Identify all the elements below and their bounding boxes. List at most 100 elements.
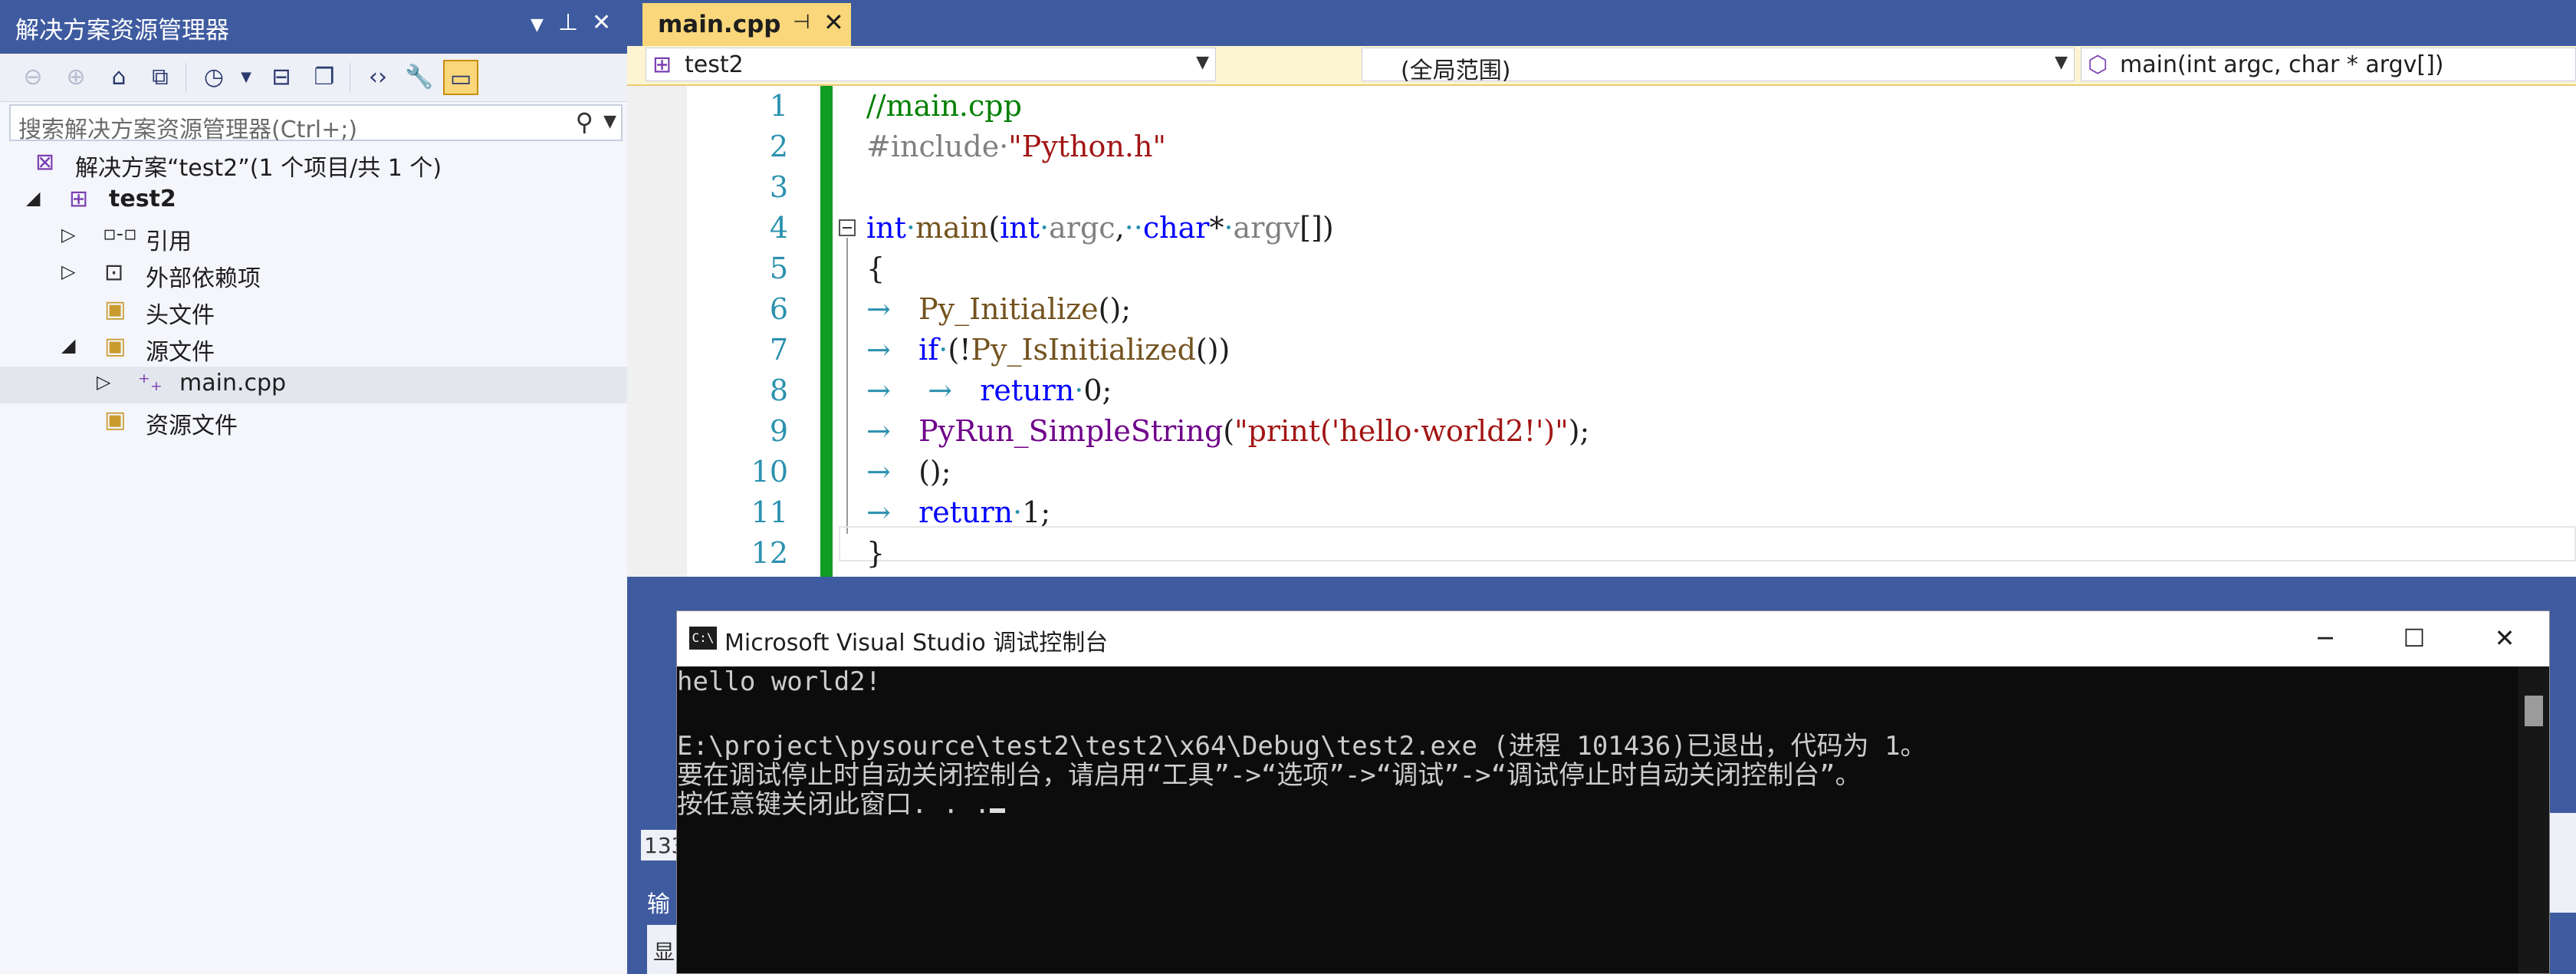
- line-number: 1: [769, 89, 788, 123]
- chevron-down-icon: ▼: [2055, 53, 2068, 72]
- back-icon[interactable]: ⊖: [15, 60, 51, 95]
- pin-icon[interactable]: ⊥: [558, 9, 578, 36]
- cpp-file-icon: ⁺₊: [138, 370, 163, 397]
- switch-views-icon[interactable]: ⧉: [143, 60, 178, 95]
- line-number: 7: [769, 333, 788, 367]
- collapsed-arrow-icon[interactable]: ▷: [97, 371, 110, 393]
- show-all-files-icon[interactable]: ❐: [307, 60, 342, 95]
- tab-close-icon[interactable]: ✕: [823, 8, 844, 37]
- filter-folder-icon: ▣: [104, 296, 127, 323]
- collapse-block-icon[interactable]: [839, 219, 856, 236]
- solution-explorer-titlebar: 解决方案资源管理器 ▼ ⊥ ✕: [0, 0, 627, 54]
- tree-item-label: 源文件: [146, 339, 215, 366]
- tree-item-source-files[interactable]: ◢ ▣ 源文件: [0, 330, 627, 367]
- tree-item-label: main.cpp: [179, 370, 287, 397]
- function-cube-icon: ⬡: [2088, 51, 2108, 78]
- search-options-dropdown-icon[interactable]: ▼: [603, 112, 616, 131]
- output-pane-title: 输: [647, 891, 670, 918]
- member-dropdown[interactable]: ⬡ main(int argc, char * argv[]): [2081, 48, 2576, 81]
- console-title: Microsoft Visual Studio 调试控制台: [724, 630, 1109, 656]
- code-line-9: → PyRun_SimpleString("print('hello·world…: [866, 414, 1590, 448]
- scope-dropdown[interactable]: (全局范围) ▼: [1362, 48, 2075, 84]
- scrollbar-thumb[interactable]: [2525, 696, 2543, 726]
- code-line-6: → Py_Initialize();: [866, 292, 1132, 326]
- collapsed-arrow-icon[interactable]: ▷: [61, 261, 75, 282]
- console-line-prompt: 按任意键关闭此窗口. . .: [677, 783, 1006, 821]
- tree-item-header-files[interactable]: ▣ 头文件: [0, 293, 627, 330]
- references-icon: ▫-▫: [103, 222, 137, 245]
- line-number: 6: [769, 292, 788, 326]
- console-titlebar[interactable]: C:\ Microsoft Visual Studio 调试控制台 ─ ☐ ✕: [677, 611, 2549, 666]
- code-line-8: → → return·0;: [866, 373, 1112, 407]
- window-position-dropdown-icon[interactable]: ▼: [531, 15, 544, 35]
- code-editor[interactable]: 1 2 3 4 5 6 7 8 9 10 11 12 //main.cpp #i…: [627, 86, 2576, 577]
- change-tracking-bar: [820, 86, 833, 577]
- scope-dropdown-value: (全局范围): [1401, 58, 1511, 84]
- indicator-margin: [627, 86, 687, 577]
- forward-icon[interactable]: ⊕: [58, 60, 94, 95]
- tree-item-external-dependencies[interactable]: ▷ ⊡ 外部依赖项: [0, 256, 627, 293]
- properties-wrench-icon[interactable]: 🔧: [402, 60, 437, 95]
- search-icon[interactable]: ⚲: [576, 107, 593, 137]
- filter-folder-open-icon: ▣: [104, 333, 127, 360]
- console-output[interactable]: hello world2! E:\project\pysource\test2\…: [677, 666, 2517, 973]
- line-number: 8: [769, 373, 788, 407]
- line-number: 11: [751, 495, 788, 529]
- collapsed-arrow-icon[interactable]: ▷: [61, 224, 75, 245]
- close-button[interactable]: ✕: [2474, 619, 2535, 657]
- debug-console-window[interactable]: C:\ Microsoft Visual Studio 调试控制台 ─ ☐ ✕ …: [676, 610, 2550, 974]
- cpp-project-icon: ⊞: [69, 186, 89, 212]
- view-code-icon[interactable]: ‹›: [360, 60, 396, 95]
- tab-pin-icon[interactable]: ⊣: [793, 11, 810, 34]
- project-dropdown[interactable]: ⊞ test2 ▼: [646, 48, 1216, 81]
- tree-item-solution[interactable]: ⊠ 解决方案“test2”(1 个项目/共 1 个): [0, 146, 627, 183]
- close-icon[interactable]: ✕: [592, 9, 611, 36]
- tree-item-label: 解决方案“test2”(1 个项目/共 1 个): [75, 155, 442, 182]
- solution-explorer-search-input[interactable]: 搜索解决方案资源管理器(Ctrl+;) ⚲ ▼: [9, 104, 623, 143]
- code-line-10: → ();: [866, 455, 951, 489]
- expanded-arrow-icon[interactable]: ◢: [61, 334, 75, 356]
- console-app-icon: C:\: [689, 627, 717, 650]
- external-dependencies-icon: ⊡: [104, 259, 124, 286]
- home-icon[interactable]: ⌂: [101, 60, 136, 95]
- pending-changes-filter-icon[interactable]: ◷: [196, 60, 232, 95]
- console-scrollbar[interactable]: [2518, 666, 2549, 973]
- outline-guide: [846, 238, 848, 534]
- project-dropdown-value: test2: [685, 51, 744, 78]
- tree-item-project[interactable]: ◢ ⊞ test2: [0, 183, 627, 219]
- line-number: 2: [769, 130, 788, 163]
- line-number: 5: [769, 252, 788, 285]
- filter-folder-icon: ▣: [104, 406, 127, 433]
- current-line-highlight: [839, 526, 2576, 561]
- tree-item-label: 引用: [146, 229, 192, 255]
- tab-main-cpp[interactable]: main.cpp ⊣ ✕: [642, 3, 851, 46]
- code-line-1: //main.cpp: [866, 89, 1022, 123]
- code-line-5: {: [866, 252, 886, 285]
- preview-selected-items-icon[interactable]: ▭: [443, 60, 478, 95]
- minimize-button[interactable]: ─: [2295, 619, 2356, 657]
- line-number: 4: [769, 211, 788, 245]
- line-number: 12: [751, 536, 788, 570]
- collapse-all-icon[interactable]: ⊟: [264, 60, 299, 95]
- solution-explorer-panel: 解决方案资源管理器 ▼ ⊥ ✕ ⊖ ⊕ ⌂ ⧉ ◷ ▼ ⊟ ❐ ‹› 🔧 ▭ 搜…: [0, 0, 627, 974]
- document-tab-strip: main.cpp ⊣ ✕: [627, 0, 2576, 46]
- code-line-4: int·main(int·argc,··char*·argv[]): [866, 211, 1334, 245]
- search-placeholder: 搜索解决方案资源管理器(Ctrl+;): [18, 117, 358, 143]
- navigation-bar: ⊞ test2 ▼ (全局范围) ▼ ⬡ main(int argc, char…: [627, 46, 2576, 86]
- text-cursor: [990, 808, 1006, 813]
- solution-explorer-toolbar: ⊖ ⊕ ⌂ ⧉ ◷ ▼ ⊟ ❐ ‹› 🔧 ▭: [0, 54, 627, 102]
- code-line-12: }: [866, 536, 886, 570]
- expanded-arrow-icon[interactable]: ◢: [26, 187, 40, 209]
- line-number: 9: [769, 414, 788, 448]
- solution-icon: ⊠: [35, 149, 55, 176]
- cpp-project-icon: ⊞: [652, 51, 672, 78]
- editor-scrollbar-edge: [2550, 813, 2576, 913]
- line-number: 3: [769, 170, 788, 204]
- tree-item-references[interactable]: ▷ ▫-▫ 引用: [0, 219, 627, 256]
- tree-item-main-cpp[interactable]: ▷ ⁺₊ main.cpp: [0, 367, 627, 403]
- member-dropdown-value: main(int argc, char * argv[]): [2120, 51, 2444, 78]
- tree-item-resource-files[interactable]: ▣ 资源文件: [0, 403, 627, 440]
- tree-item-label: 外部依赖项: [146, 265, 261, 292]
- maximize-button[interactable]: ☐: [2384, 619, 2445, 657]
- filter-dropdown-icon[interactable]: ▼: [228, 60, 264, 95]
